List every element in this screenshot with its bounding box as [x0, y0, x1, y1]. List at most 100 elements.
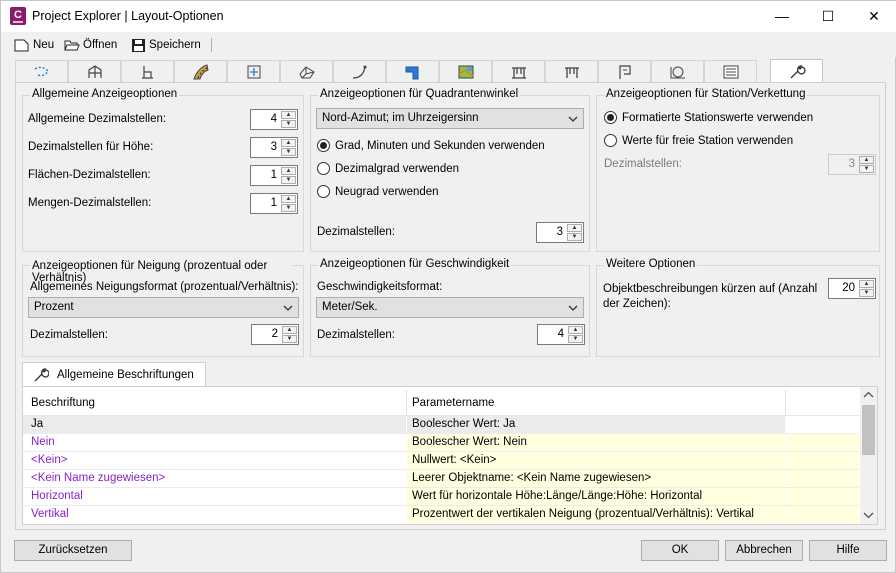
parameter-cell[interactable]: Boolescher Wert: Nein: [407, 434, 785, 451]
table-row[interactable]: Vertikal Prozentwert der vertikalen Neig…: [23, 506, 859, 523]
elevation-decimals-spinner[interactable]: 3 ▲ ▼: [250, 137, 298, 158]
tab-target[interactable]: [651, 60, 704, 82]
spin-down-icon[interactable]: ▼: [281, 204, 296, 212]
azimuth-combo[interactable]: Nord-Azimut; im Uhrzeigersinn: [316, 108, 584, 129]
general-decimals-spinner[interactable]: 4 ▲ ▼: [250, 109, 298, 130]
spin-down-icon[interactable]: ▼: [281, 148, 296, 156]
table-row[interactable]: Nein Boolescher Wert: Nein: [23, 434, 859, 451]
caption-cell[interactable]: Nein: [23, 434, 406, 451]
caption-cell[interactable]: <Kein>: [23, 452, 406, 469]
radio-decimal-degrees-indicator[interactable]: [317, 162, 330, 175]
cancel-button[interactable]: Abbrechen: [725, 540, 803, 561]
caption-cell[interactable]: Vertikal: [23, 506, 406, 523]
scroll-down-icon[interactable]: [863, 510, 874, 520]
spin-down-icon[interactable]: ▼: [859, 165, 874, 173]
save-button[interactable]: Speichern: [131, 36, 201, 54]
labels-table-header: Beschriftung Parametername: [23, 387, 859, 416]
tab-profile[interactable]: [68, 60, 121, 82]
quadrant-decimals-spinner[interactable]: 3 ▲ ▼: [536, 222, 584, 243]
spin-down-icon[interactable]: ▼: [567, 233, 582, 241]
area-decimals-spinner[interactable]: 1 ▲ ▼: [250, 165, 298, 186]
spin-down-icon[interactable]: ▼: [281, 120, 296, 128]
spin-up-icon[interactable]: ▲: [281, 195, 296, 203]
tab-station[interactable]: [121, 60, 174, 82]
quantity-decimals-spinner[interactable]: 1 ▲ ▼: [250, 193, 298, 214]
table-row[interactable]: <Kein> Nullwert: <Kein>: [23, 452, 859, 469]
col-parameter-header[interactable]: Parametername: [412, 397, 494, 409]
spin-up-icon[interactable]: ▲: [567, 224, 582, 232]
parameter-cell[interactable]: Nullwert: <Kein>: [407, 452, 785, 469]
table-row[interactable]: Ja Boolescher Wert: Ja: [23, 416, 859, 433]
minimize-button[interactable]: —: [759, 1, 805, 32]
table-row[interactable]: <Kein Name zugewiesen> Leerer Objektname…: [23, 470, 859, 487]
maximize-button[interactable]: ☐: [805, 1, 851, 32]
tab-offset[interactable]: [227, 60, 280, 82]
spin-up-icon[interactable]: ▲: [282, 326, 297, 334]
spin-up-icon[interactable]: ▲: [281, 139, 296, 147]
offset-icon: [247, 65, 260, 78]
spin-up-icon[interactable]: ▲: [568, 326, 583, 334]
radio-decimal-degrees[interactable]: Dezimalgrad verwenden: [317, 162, 459, 175]
radio-decimal-degrees-label: Dezimalgrad verwenden: [335, 162, 460, 175]
radio-dms-indicator[interactable]: [317, 139, 330, 152]
tab-road[interactable]: [174, 60, 227, 82]
spin-up-icon[interactable]: ▲: [859, 280, 874, 288]
tab-bridge[interactable]: [492, 60, 545, 82]
caption-cell[interactable]: Horizontal: [23, 488, 406, 505]
parameter-cell[interactable]: Leerer Objektname: <Kein Name zugewiesen…: [407, 470, 785, 487]
tab-alignment[interactable]: [15, 60, 68, 82]
wrench-icon: [790, 64, 806, 78]
vertical-scrollbar[interactable]: [860, 387, 877, 524]
tab-flag[interactable]: [598, 60, 651, 82]
map-icon: [458, 65, 473, 78]
tab-curve[interactable]: [333, 60, 386, 82]
tab-map[interactable]: [439, 60, 492, 82]
tab-general-settings[interactable]: [770, 59, 823, 83]
col-caption-header[interactable]: Beschriftung: [31, 397, 95, 409]
radio-formatted-station[interactable]: Formatierte Stationswerte verwenden: [604, 111, 813, 124]
truncate-length-spinner[interactable]: 20 ▲ ▼: [828, 278, 876, 299]
help-button[interactable]: Hilfe: [809, 540, 887, 561]
radio-free-station[interactable]: Werte für freie Station verwenden: [604, 134, 793, 147]
spin-up-icon[interactable]: ▲: [281, 111, 296, 119]
tab-surface[interactable]: [280, 60, 333, 82]
alignment-icon: [34, 66, 49, 76]
new-button[interactable]: Neu: [14, 36, 54, 54]
spin-down-icon[interactable]: ▼: [281, 176, 296, 184]
open-button[interactable]: Öffnen: [64, 36, 117, 54]
spin-down-icon[interactable]: ▼: [282, 335, 297, 343]
tab-general-labels[interactable]: Allgemeine Beschriftungen: [22, 362, 206, 387]
speed-decimals-spinner[interactable]: 4 ▲ ▼: [537, 324, 585, 345]
area-decimals-value: 1: [270, 169, 277, 181]
table-row[interactable]: Horizontal Wert für horizontale Höhe:Län…: [23, 488, 859, 505]
caption-cell[interactable]: Ja: [23, 416, 406, 433]
parameter-cell[interactable]: Prozentwert der vertikalen Neigung (proz…: [407, 506, 785, 523]
spin-up-icon[interactable]: ▲: [281, 167, 296, 175]
radio-formatted-station-indicator[interactable]: [604, 111, 617, 124]
tab-bridge-2[interactable]: [545, 60, 598, 82]
radio-free-station-indicator[interactable]: [604, 134, 617, 147]
caption-cell[interactable]: <Kein Name zugewiesen>: [23, 470, 406, 487]
tab-list[interactable]: [704, 60, 757, 82]
radio-gradians[interactable]: Neugrad verwenden: [317, 185, 439, 198]
column-divider[interactable]: [406, 390, 407, 415]
scrollbar-thumb[interactable]: [862, 405, 875, 455]
column-divider[interactable]: [785, 390, 786, 415]
reset-button[interactable]: Zurücksetzen: [14, 540, 132, 561]
empty-cell: [786, 506, 859, 523]
parameter-cell[interactable]: Boolescher Wert: Ja: [407, 416, 785, 433]
ok-button[interactable]: OK: [641, 540, 719, 561]
slope-decimals-spinner[interactable]: 2 ▲ ▼: [251, 324, 299, 345]
slope-format-combo[interactable]: Prozent: [28, 297, 299, 318]
speed-format-combo[interactable]: Meter/Sek.: [316, 297, 584, 318]
radio-gradians-indicator[interactable]: [317, 185, 330, 198]
radio-dms[interactable]: Grad, Minuten und Sekunden verwenden: [317, 139, 545, 152]
spin-up-icon[interactable]: ▲: [859, 156, 874, 164]
spin-down-icon[interactable]: ▼: [859, 289, 874, 297]
spin-down-icon[interactable]: ▼: [568, 335, 583, 343]
station-decimals-spinner[interactable]: 3 ▲ ▼: [828, 154, 876, 175]
parameter-cell[interactable]: Wert für horizontale Höhe:Länge/Länge:Hö…: [407, 488, 785, 505]
scroll-up-icon[interactable]: [863, 390, 874, 400]
tab-corridor[interactable]: [386, 60, 439, 82]
close-button[interactable]: ✕: [851, 1, 896, 32]
